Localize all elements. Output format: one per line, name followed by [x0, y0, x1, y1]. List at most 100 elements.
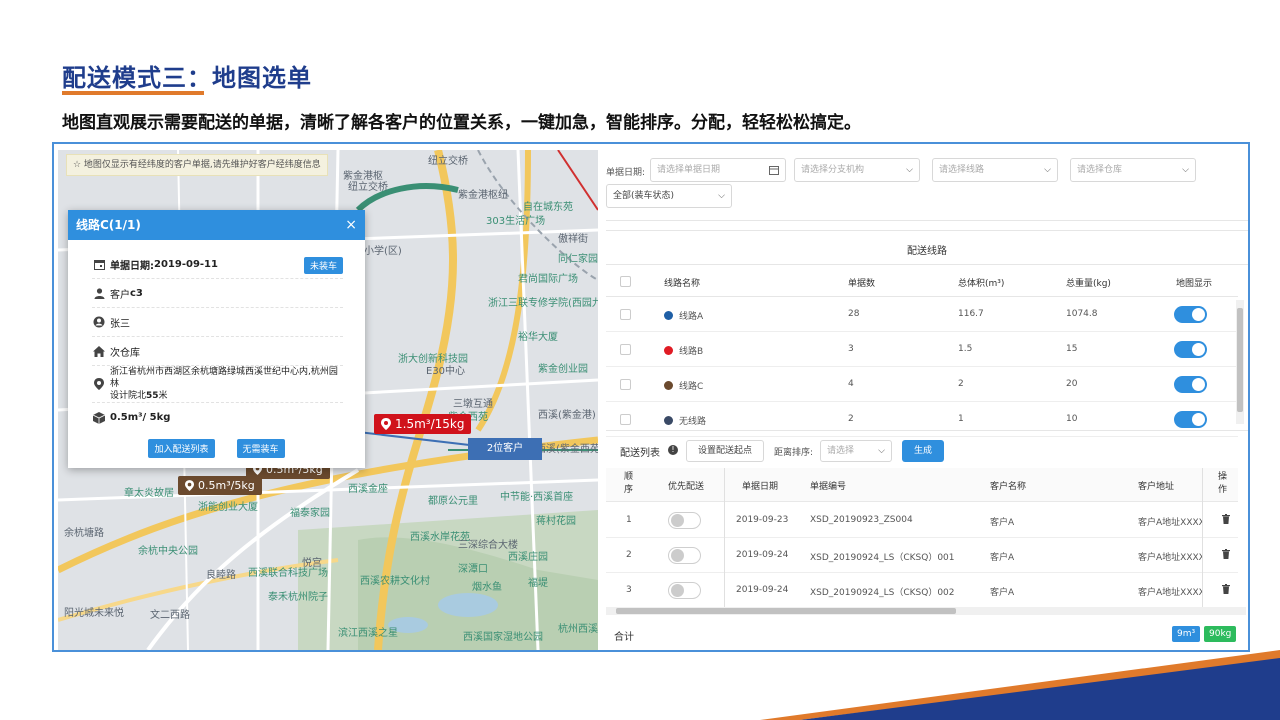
- set-start-button[interactable]: 设置配送起点: [686, 440, 764, 462]
- map-poi: 都原公元里: [428, 496, 478, 507]
- map-poi: 烟水鱼: [472, 582, 502, 593]
- delivery-list-label: 配送列表: [620, 448, 660, 459]
- trash-icon[interactable]: [1222, 584, 1230, 594]
- map-marker-red[interactable]: 1.5m³/15kg: [374, 414, 472, 434]
- route-row-checkbox[interactable]: [620, 309, 631, 320]
- routes-scrollbar[interactable]: [1236, 300, 1244, 424]
- map-display-toggle[interactable]: [1174, 411, 1207, 428]
- row-customer: 客户A: [990, 553, 1015, 563]
- warehouse-select[interactable]: 请选择仓库 ⌵: [1070, 158, 1196, 182]
- generate-button[interactable]: 生成: [902, 440, 944, 462]
- map-cluster-marker[interactable]: 2位客户: [468, 438, 542, 460]
- route-row-checkbox[interactable]: [620, 344, 631, 355]
- delivery-horizontal-scrollbar[interactable]: [606, 607, 1246, 615]
- table-row[interactable]: 3 2019-09-24 XSD_20190924_LS（CKSQ）002 客户A 客户…: [606, 573, 1238, 608]
- routes-col-volume: 总体积(m³): [958, 279, 1005, 289]
- branch-select[interactable]: 请选择分支机构 ⌵: [794, 158, 920, 182]
- table-row[interactable]: 1 2019-09-23 XSD_20190923_ZS004 客户A 客户A地址XXX…: [606, 503, 1238, 538]
- scrollbar-thumb[interactable]: [616, 608, 956, 614]
- route-volume: 1: [958, 414, 964, 424]
- date-filter-label: 单据日期:: [606, 168, 646, 178]
- map-display-toggle[interactable]: [1174, 341, 1207, 358]
- map-marker-brown[interactable]: 0.5m³/5kg: [178, 476, 262, 495]
- route-count: 28: [848, 309, 860, 319]
- route-popup: 线路C(1/1) × 单据日期:2019-09-11 未装车 客户c3 张三: [68, 210, 365, 468]
- priority-toggle[interactable]: [668, 582, 701, 599]
- map-notice: ☆ 地图仅显示有经纬度的客户单据,请先维护好客户经纬度信息: [66, 154, 328, 176]
- col-code: 单据编号: [810, 482, 847, 492]
- priority-toggle[interactable]: [668, 512, 701, 529]
- routes-col-count: 单据数: [848, 279, 876, 289]
- map-display-toggle[interactable]: [1174, 306, 1207, 323]
- route-row[interactable]: 线路A 28 116.7 1074.8: [606, 297, 1238, 332]
- total-weight-badge: 90kg: [1204, 626, 1237, 642]
- map-poi: 蒋村花园: [536, 516, 576, 527]
- marker-label: 0.5m³/5kg: [198, 479, 255, 492]
- col-priority: 优先配送: [668, 482, 705, 492]
- route-count: 4: [848, 379, 854, 389]
- location-pin-icon: [185, 480, 194, 491]
- scrollbar-thumb[interactable]: [1237, 308, 1243, 412]
- date-filter-input[interactable]: 请选择单据日期: [650, 158, 786, 182]
- route-row-checkbox[interactable]: [620, 414, 631, 425]
- map-view[interactable]: ☆ 地图仅显示有经纬度的客户单据,请先维护好客户经纬度信息 纽立交桥 紫金港枢 …: [58, 150, 598, 650]
- person-icon: [92, 286, 106, 300]
- address-line2-prefix: 设计院北: [110, 391, 147, 401]
- add-to-delivery-button[interactable]: 加入配送列表: [148, 439, 215, 458]
- table-row[interactable]: 2 2019-09-24 XSD_20190924_LS（CKSQ）001 客户A 客户…: [606, 538, 1238, 573]
- close-icon[interactable]: ×: [345, 210, 357, 240]
- route-count: 2: [848, 414, 854, 424]
- total-volume-badge: 9m³: [1172, 626, 1201, 642]
- route-select[interactable]: 请选择线路 ⌵: [932, 158, 1058, 182]
- customer-value: c3: [130, 287, 143, 299]
- popup-date-row: 单据日期: 2019-09-11 未装车: [92, 250, 343, 279]
- address-text: 浙江省杭州市西湖区余杭塘路绿城西溪世纪中心内,杭州园林 设计院北55米: [110, 366, 343, 402]
- col-action: 操作: [1218, 472, 1228, 495]
- trash-icon[interactable]: [1222, 549, 1230, 559]
- column-divider: [1202, 468, 1203, 608]
- address-line2-suffix: 米: [158, 391, 168, 401]
- row-seq: 3: [626, 585, 632, 595]
- calendar-icon: [769, 166, 779, 175]
- map-display-toggle[interactable]: [1174, 376, 1207, 393]
- route-row[interactable]: 线路C 4 2 20: [606, 367, 1238, 402]
- map-label: 良睦路: [206, 570, 236, 581]
- divider: [606, 220, 1248, 221]
- map-poi: 西溪庄园: [508, 552, 548, 563]
- row-address: 客户A地址XXXX: [1138, 518, 1202, 528]
- map-label: 小学(区): [364, 246, 402, 257]
- row-seq: 1: [626, 515, 632, 525]
- total-row: 合计 9m³ 90kg: [606, 618, 1248, 650]
- routes-col-map: 地图显示: [1176, 279, 1213, 289]
- select-all-checkbox[interactable]: [620, 276, 631, 287]
- customer-prefix: 客户: [110, 289, 130, 301]
- route-row[interactable]: 线路B 3 1.5 15: [606, 332, 1238, 367]
- route-name: 无线路: [679, 417, 707, 427]
- route-weight: 1074.8: [1066, 309, 1098, 319]
- sort-select[interactable]: 请选择 ⌵: [820, 440, 892, 462]
- address-line2-bold: 55: [146, 391, 159, 401]
- route-name-cell: 线路A: [664, 309, 703, 322]
- map-poi: 紫金创业园: [538, 364, 588, 375]
- route-name-cell: 无线路: [664, 414, 706, 427]
- no-load-button[interactable]: 无需装车: [236, 439, 285, 458]
- contact-name: 张三: [110, 318, 130, 330]
- col-date: 单据日期: [742, 482, 779, 492]
- trash-icon[interactable]: [1222, 514, 1230, 524]
- route-placeholder: 请选择线路: [939, 165, 985, 175]
- routes-col-name: 线路名称: [664, 279, 701, 289]
- map-poi: 泰禾杭州院子: [268, 592, 328, 603]
- priority-toggle[interactable]: [668, 547, 701, 564]
- load-status-select[interactable]: 全部(装车状态) ⌵: [606, 184, 732, 208]
- routes-title: 配送线路: [907, 246, 947, 257]
- row-code: XSD_20190924_LS（CKSQ）002: [810, 588, 955, 598]
- route-row[interactable]: 无线路 2 1 10: [606, 402, 1238, 437]
- route-volume: 116.7: [958, 309, 984, 319]
- map-label: 阳光城未来悦: [64, 608, 124, 619]
- route-weight: 20: [1066, 379, 1078, 389]
- route-row-checkbox[interactable]: [620, 379, 631, 390]
- location-pin-icon: [381, 418, 391, 430]
- map-label: 余杭塘路: [64, 528, 104, 539]
- sort-label: 距离排序:: [774, 448, 814, 458]
- map-poi: 中节能·西溪首座: [500, 492, 574, 503]
